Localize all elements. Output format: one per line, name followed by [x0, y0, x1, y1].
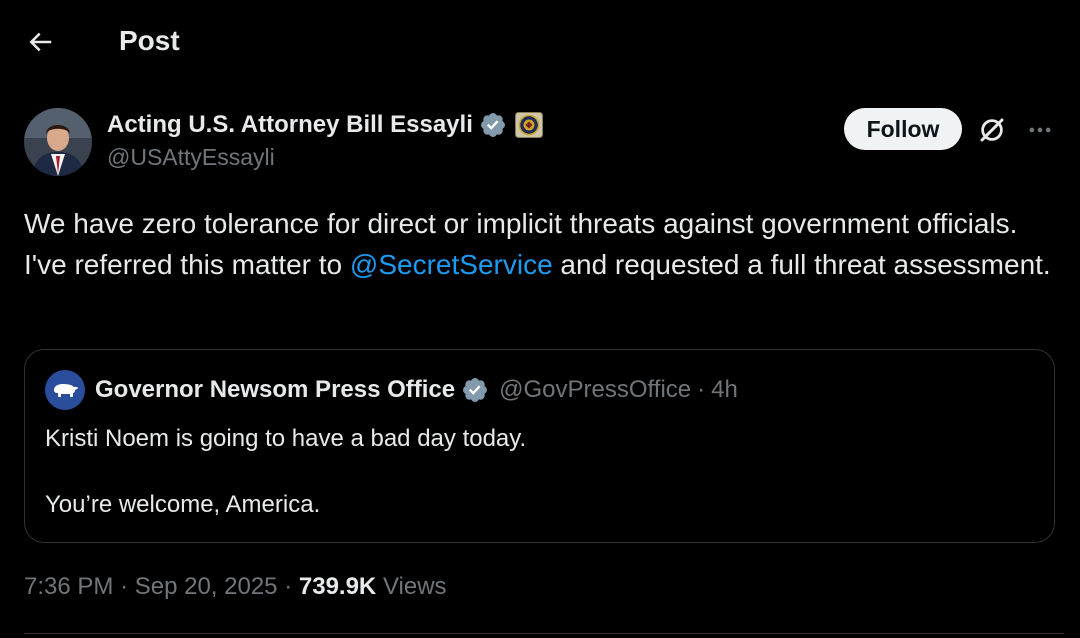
post-metadata: 7:36 PM · Sep 20, 2025 · 739.9K Views: [24, 572, 447, 602]
bear-icon: [54, 384, 78, 397]
post-time[interactable]: 7:36 PM: [24, 573, 113, 600]
quoted-timestamp[interactable]: 4h: [711, 376, 738, 404]
page-title: Post: [119, 25, 180, 56]
post-text: We have zero tolerance for direct or imp…: [24, 203, 1054, 285]
views-label: Views: [382, 573, 447, 600]
quoted-post[interactable]: Governor Newsom Press Office @GovPressOf…: [24, 349, 1055, 543]
post-date[interactable]: Sep 20, 2025: [135, 573, 278, 600]
top-bar: Post: [0, 0, 1080, 82]
follow-button[interactable]: Follow: [844, 108, 962, 150]
separator-dot: ·: [284, 573, 293, 600]
verified-badge-icon[interactable]: [479, 111, 507, 139]
separator-dot: ·: [697, 376, 706, 403]
quote-avatar[interactable]: [45, 370, 85, 410]
avatar[interactable]: [24, 108, 92, 176]
quoted-text-line: You’re welcome, America.: [45, 491, 321, 518]
post-text-part: and requested a full threat assessment.: [552, 249, 1051, 280]
quoted-post-header: Governor Newsom Press Office @GovPressOf…: [45, 370, 738, 410]
arrow-left-icon: [29, 32, 52, 52]
more-options-button[interactable]: [1022, 112, 1058, 148]
quoted-text-line: Kristi Noem is going to have a bad day t…: [45, 425, 527, 452]
doj-seal-icon[interactable]: [514, 112, 543, 138]
grok-icon: [980, 118, 1004, 142]
grok-button[interactable]: [974, 112, 1010, 148]
author-handle[interactable]: @USAttyEssayli: [107, 144, 275, 171]
separator-dot: ·: [120, 573, 129, 600]
back-button[interactable]: [22, 24, 58, 60]
verified-badge-icon[interactable]: [461, 376, 489, 404]
more-horizontal-icon: [1029, 127, 1051, 133]
post-author: Acting U.S. Attorney Bill Essayli @USAtt…: [24, 104, 1064, 184]
author-display-name[interactable]: Acting U.S. Attorney Bill Essayli: [107, 111, 473, 139]
divider: [24, 633, 1064, 634]
quoted-handle[interactable]: @GovPressOffice: [499, 376, 691, 404]
mention-link[interactable]: @SecretService: [350, 249, 553, 280]
author-name-row: Acting U.S. Attorney Bill Essayli: [107, 108, 543, 142]
views-count: 739.9K: [298, 573, 377, 600]
quoted-display-name[interactable]: Governor Newsom Press Office: [95, 376, 455, 404]
